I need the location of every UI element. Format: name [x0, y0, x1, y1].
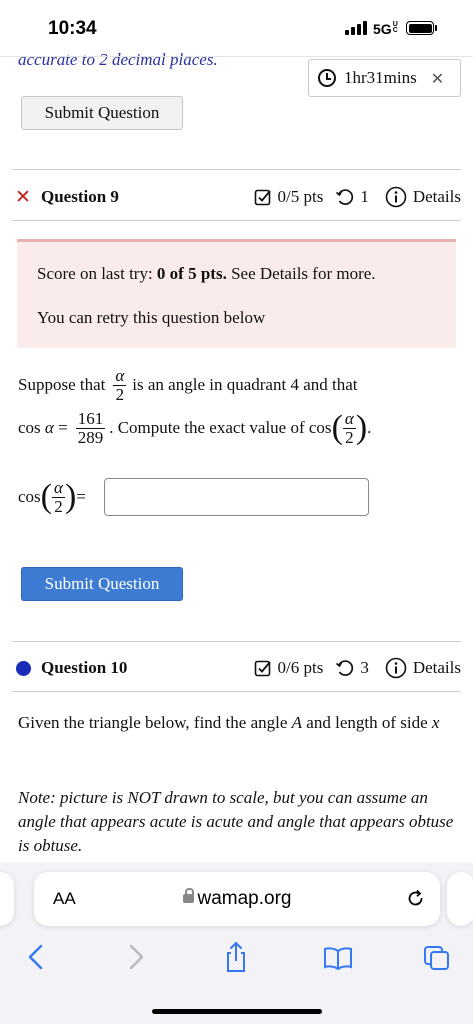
alpha-symbol: α [44, 418, 54, 437]
answer-input[interactable] [104, 478, 369, 516]
reload-icon[interactable] [406, 889, 426, 909]
problem-text: is an angle in quadrant 4 and that [132, 375, 358, 394]
score-value: 0 of 5 pts. [156, 264, 227, 283]
question-10-header: Question 10 0/6 pts 3 Details [12, 653, 461, 683]
divider [12, 220, 461, 221]
cos-label: cos [18, 418, 41, 437]
network-suffix: UC [392, 21, 398, 34]
question-10-details-link[interactable]: Details [413, 658, 461, 678]
bookmarks-icon[interactable] [322, 940, 354, 974]
divider [12, 691, 461, 692]
problem-text: . Compute the exact value of [109, 418, 305, 437]
previous-question-text: accurate to 2 decimal places. [18, 50, 218, 69]
period: . [367, 418, 372, 437]
home-indicator [152, 1009, 322, 1014]
question-9-points: 0/5 pts [277, 187, 324, 206]
divider [12, 641, 461, 642]
divider [12, 169, 461, 170]
signal-icon [345, 21, 367, 35]
address-bar[interactable]: AA wamap.org [34, 872, 440, 926]
url-display: wamap.org [34, 888, 440, 910]
question-9-meta: 0/5 pts 1 Details [254, 186, 461, 208]
problem-line-1: Suppose that α 2 is an angle in quadrant… [18, 362, 357, 408]
info-icon[interactable] [385, 657, 407, 679]
equals-sign: = [58, 418, 68, 437]
problem-line-2: cos α = 161 289 . Compute the exact valu… [18, 408, 372, 447]
retry-icon [336, 188, 354, 205]
timer-box[interactable]: 1hr31mins ✕ [308, 59, 461, 97]
question-10-text: Given the triangle below, find the angle… [18, 713, 440, 732]
next-tab-card[interactable] [447, 872, 473, 926]
share-icon[interactable] [222, 940, 250, 974]
cos-label: cos [18, 487, 41, 506]
network-label: 5GUC [373, 21, 398, 37]
incorrect-marker: ✕ [12, 186, 34, 208]
question-9-details-link[interactable]: Details [413, 187, 461, 207]
battery-tip [435, 25, 437, 31]
lock-icon [182, 888, 194, 903]
retry-icon [336, 659, 354, 676]
question-10-points: 0/6 pts [277, 658, 324, 677]
cos-label: cos [308, 418, 332, 437]
alpha-over-2: α 2 [113, 365, 127, 404]
question-10-meta: 0/6 pts 3 Details [254, 657, 461, 679]
previous-tab-card[interactable] [0, 872, 14, 926]
unanswered-marker [12, 660, 34, 676]
submit-question-button-prev[interactable]: Submit Question [21, 96, 183, 130]
checkbox-icon [254, 660, 271, 677]
question-9-header: ✕ Question 9 0/5 pts 1 Details [12, 182, 461, 212]
alpha-over-2: α2 [342, 408, 356, 447]
info-icon[interactable] [385, 186, 407, 208]
question-9-title: Question 9 [41, 187, 119, 206]
submit-question-button[interactable]: Submit Question [21, 567, 183, 601]
score-notice: Score on last try: 0 of 5 pts. See Detai… [17, 239, 456, 348]
forward-icon[interactable] [122, 940, 150, 974]
battery-icon [406, 21, 434, 35]
dot-icon [15, 660, 31, 676]
timer-value: 1hr31mins [344, 68, 417, 87]
checkbox-icon [254, 189, 271, 206]
clock-icon [318, 69, 336, 87]
back-icon[interactable] [22, 940, 50, 974]
status-time: 10:34 [48, 18, 97, 39]
score-line: Score on last try: 0 of 5 pts. See Detai… [37, 264, 376, 283]
question-10-note: Note: picture is NOT drawn to scale, but… [18, 788, 454, 855]
equals-sign: = [76, 487, 86, 506]
close-icon[interactable]: ✕ [431, 69, 444, 88]
alpha-over-2: α2 [52, 477, 65, 516]
question-9-retries: 1 [360, 187, 369, 206]
question-10-title: Question 10 [41, 658, 128, 677]
cos-fraction: 161 289 [75, 408, 106, 447]
retry-message: You can retry this question below [37, 308, 266, 327]
problem-text: Suppose that [18, 375, 106, 394]
x-mark-icon: ✕ [15, 186, 31, 208]
tabs-icon[interactable] [422, 940, 452, 974]
status-divider [0, 56, 473, 57]
question-10-retries: 3 [360, 658, 369, 677]
answer-label: cos (α 2) = [18, 477, 86, 516]
